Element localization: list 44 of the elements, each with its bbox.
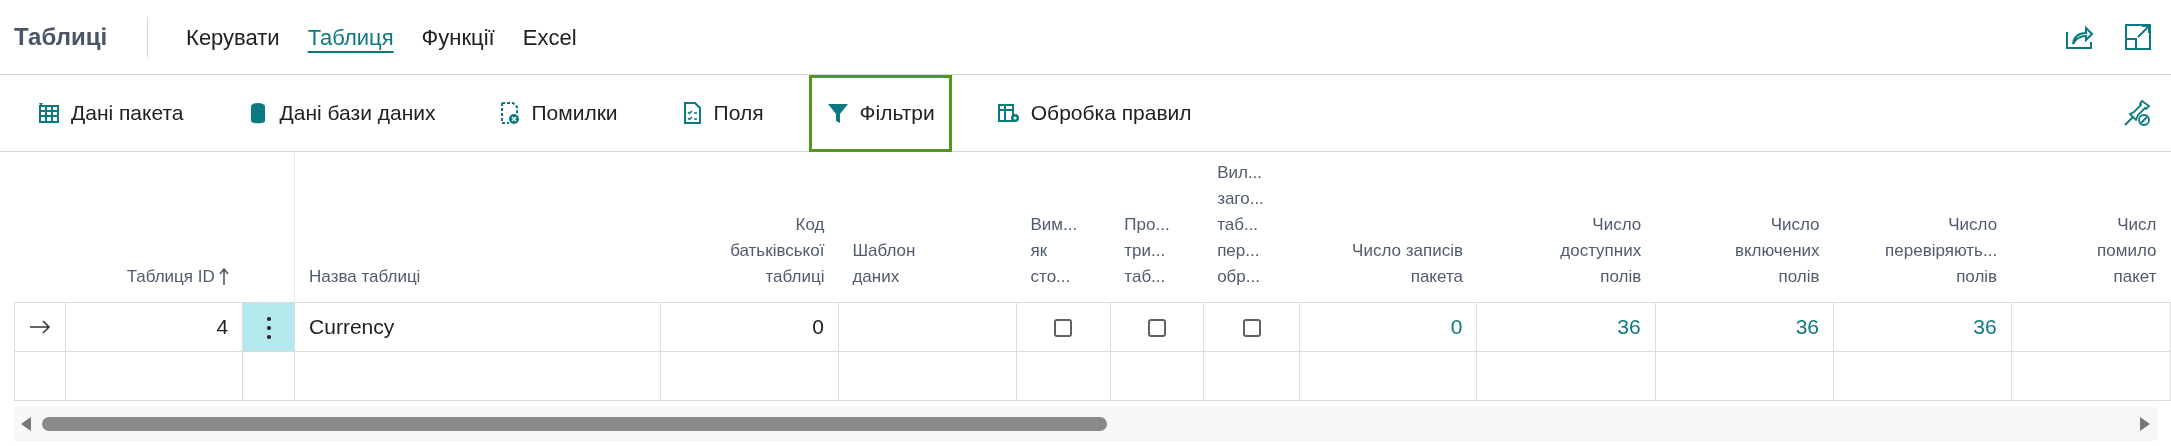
column-header[interactable]: Код батьківської таблиці	[730, 211, 825, 290]
grid-icon	[37, 101, 61, 125]
scrollbar-thumb[interactable]	[42, 416, 1107, 431]
toolbar-button[interactable]: Фільтри	[808, 74, 952, 152]
horizontal-scrollbar[interactable]	[14, 406, 2157, 441]
table-cell: 0	[812, 314, 824, 338]
column-header[interactable]: Про... три... таб...	[1124, 211, 1170, 290]
expand-icon[interactable]	[2125, 24, 2151, 50]
column-header[interactable]: Числ помило пакет	[2097, 211, 2157, 290]
cell-link[interactable]: 36	[1795, 314, 1820, 338]
column-header[interactable]: Вим... як сто...	[1030, 211, 1078, 290]
column-header[interactable]: Число перевіряють... полів	[1885, 211, 1998, 290]
tab[interactable]: Excel	[508, 20, 591, 54]
column-header[interactable]: Число включених полів	[1734, 211, 1820, 290]
toolbar-button[interactable]: Обробка правил	[979, 74, 1209, 152]
more-options-icon	[265, 316, 272, 341]
checkbox[interactable]	[1054, 319, 1073, 338]
filter-icon	[825, 101, 850, 125]
cell-link[interactable]: 36	[1973, 314, 1997, 338]
scroll-right-icon[interactable]	[2139, 415, 2151, 432]
scroll-left-icon[interactable]	[20, 415, 32, 432]
cell-link[interactable]: 0	[1450, 314, 1463, 338]
column-header[interactable]: Число записів пакета	[1352, 237, 1463, 290]
toolbar-button[interactable]: Помилки	[480, 74, 635, 152]
checkbox[interactable]	[1147, 319, 1166, 338]
table-cell: 4	[216, 314, 229, 338]
share-icon[interactable]	[2065, 24, 2093, 50]
tab[interactable]: Керувати	[172, 20, 294, 54]
column-header[interactable]: Шаблон даних	[852, 237, 916, 290]
toolbar-button[interactable]: Дані пакета	[20, 74, 201, 152]
page-title: Таблиці	[14, 22, 109, 52]
toolbar-button[interactable]: Поля	[662, 74, 781, 152]
unpin-icon[interactable]	[2123, 99, 2151, 127]
checkbox[interactable]	[1242, 319, 1261, 338]
column-header[interactable]: Вил... заго... таб... пер... обр...	[1217, 159, 1264, 290]
column-header[interactable]: Назва таблиці	[309, 263, 421, 290]
tab[interactable]: Таблиця	[293, 20, 408, 54]
column-header[interactable]: Таблиця ID	[126, 263, 215, 290]
tab[interactable]: Функції	[407, 20, 509, 54]
toolbar-button[interactable]: Дані бази даних	[228, 74, 453, 152]
column-header[interactable]: Число доступних полів	[1560, 211, 1642, 290]
cell-link[interactable]: 36	[1617, 314, 1641, 338]
table-gear-icon	[996, 101, 1021, 125]
table-cell: Currency	[309, 314, 395, 338]
